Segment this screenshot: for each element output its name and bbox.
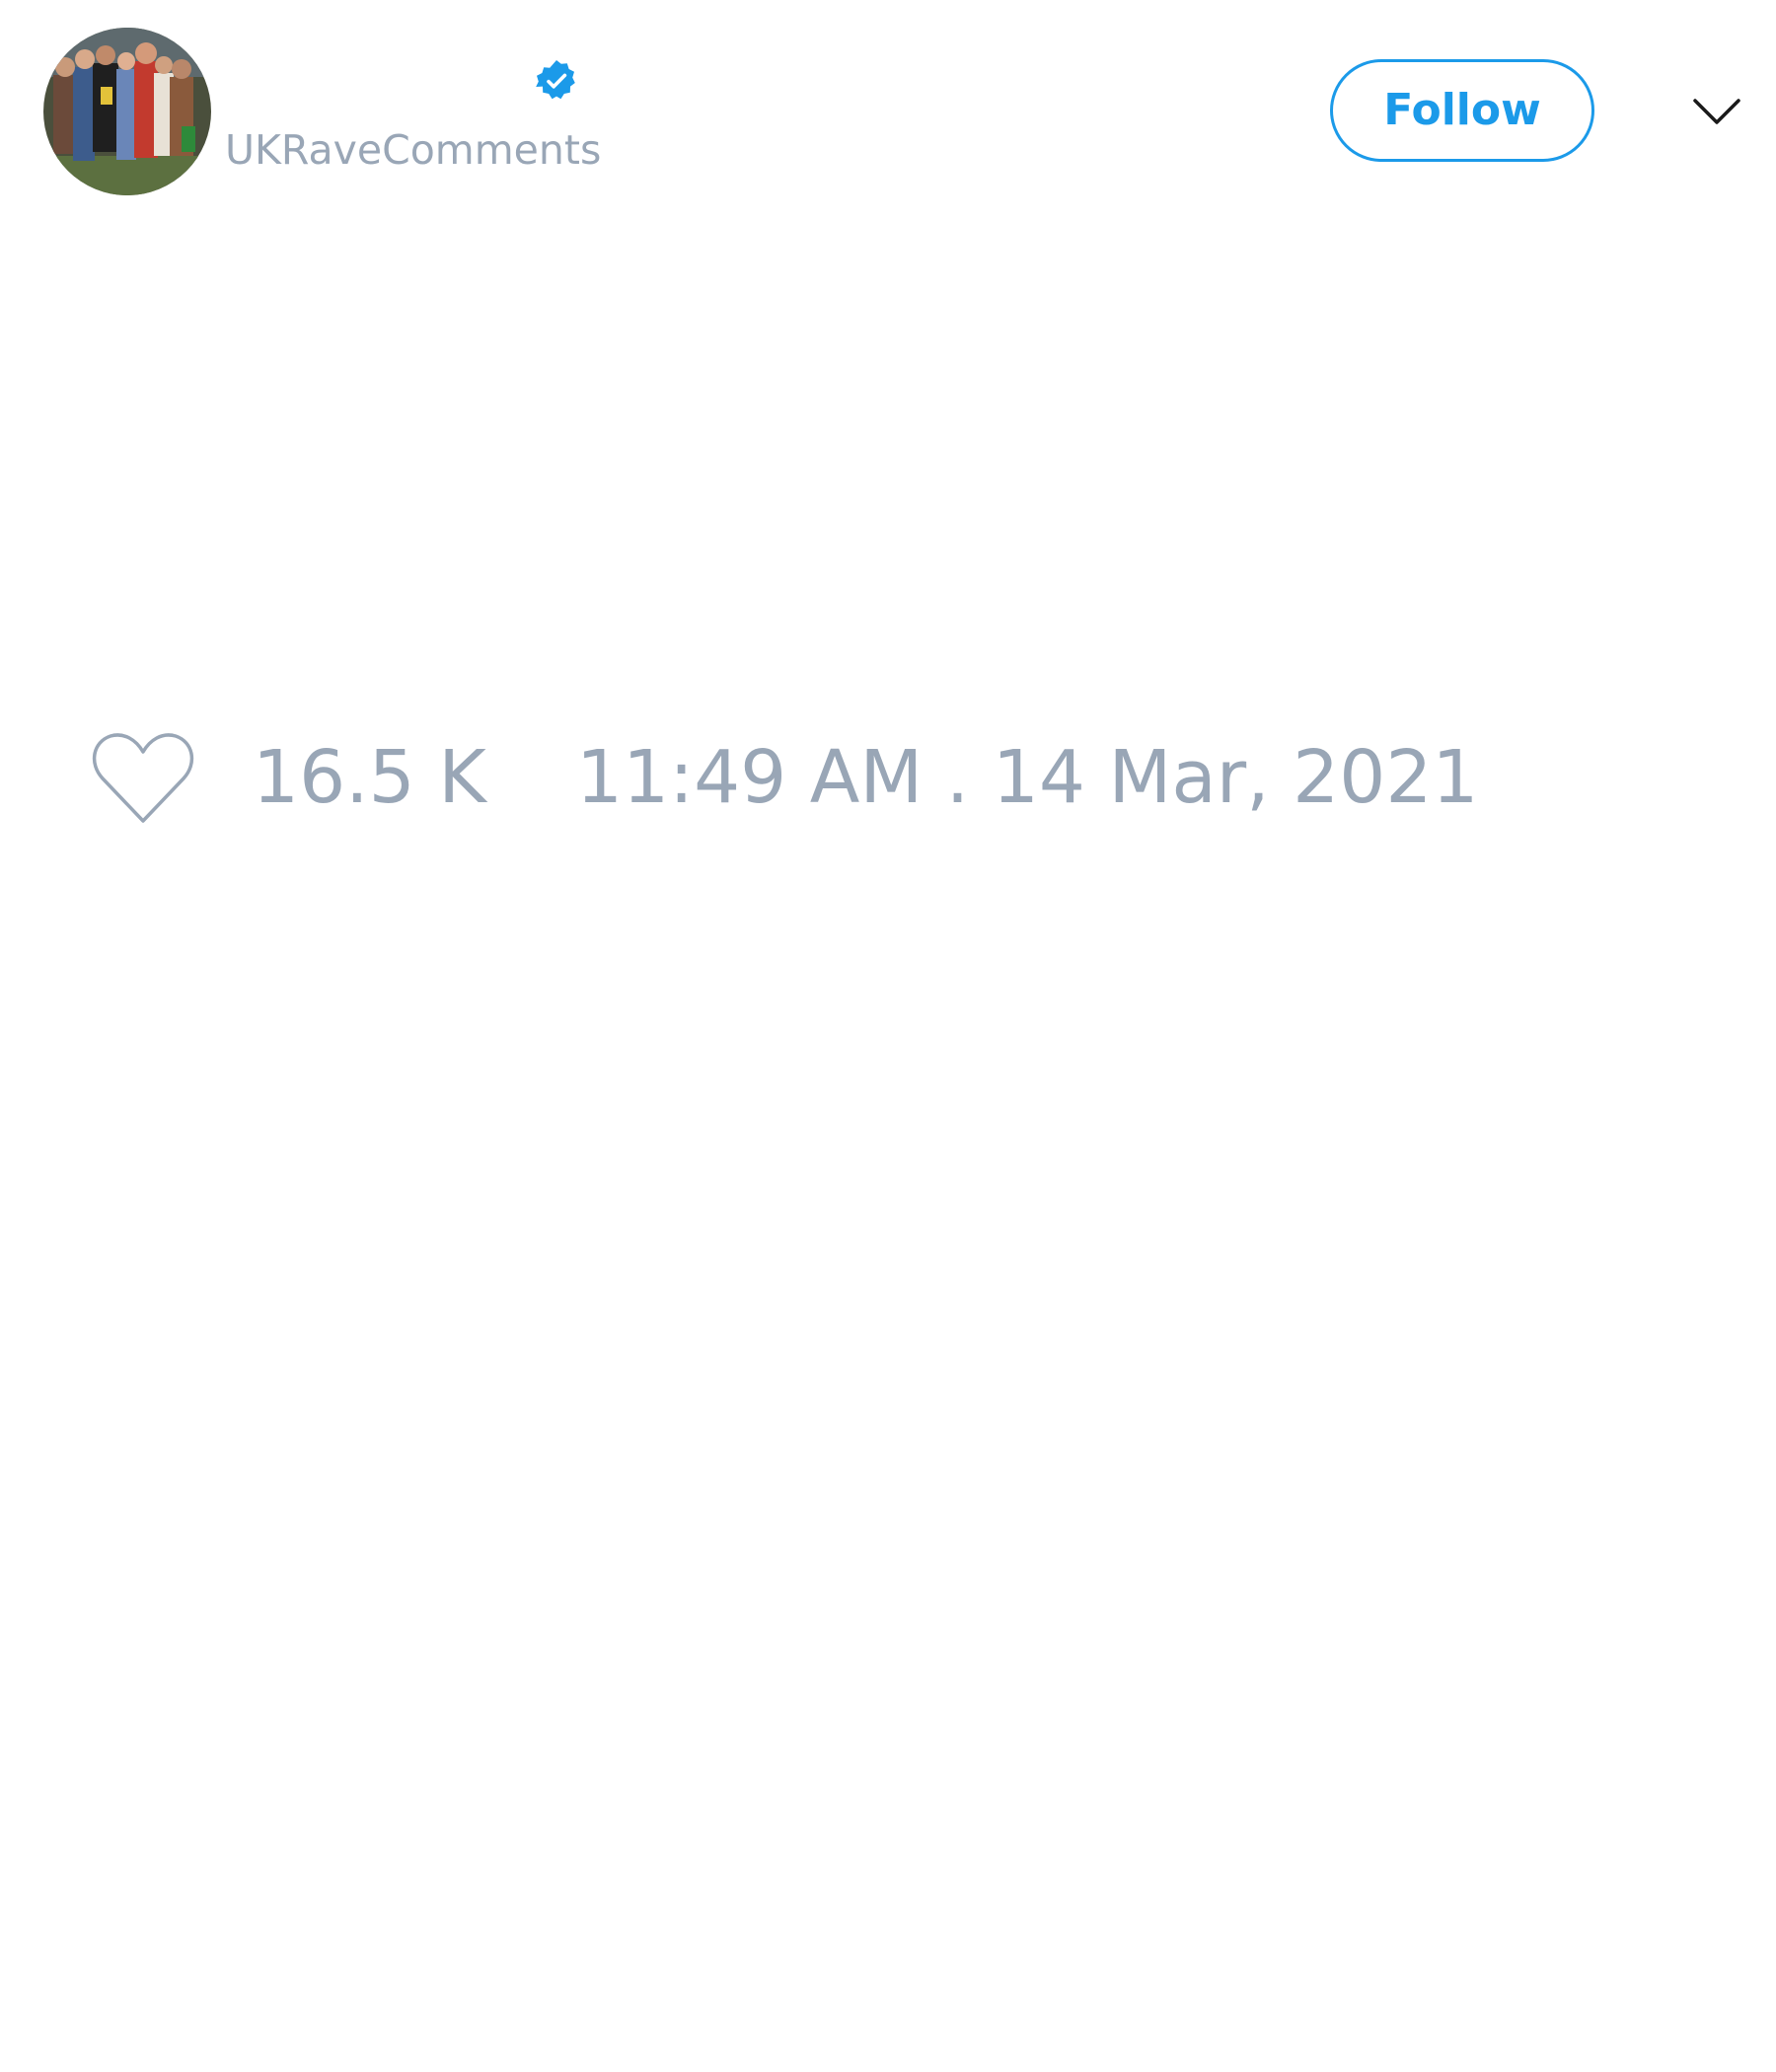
follow-button[interactable]: Follow [1330,59,1594,162]
heart-outline-icon [92,733,194,823]
more-options-button[interactable] [1687,87,1746,136]
like-button[interactable] [89,730,197,829]
avatar-photo [43,28,211,195]
author-handle[interactable]: UKRaveComments [225,126,601,174]
tweet-timestamp[interactable]: 11:49 AM . 14 Mar, 2021 [576,736,1479,819]
chevron-down-icon [1693,99,1740,124]
author-avatar[interactable] [43,28,211,195]
verified-badge-icon [536,60,575,100]
like-count: 16.5 K [253,735,486,820]
